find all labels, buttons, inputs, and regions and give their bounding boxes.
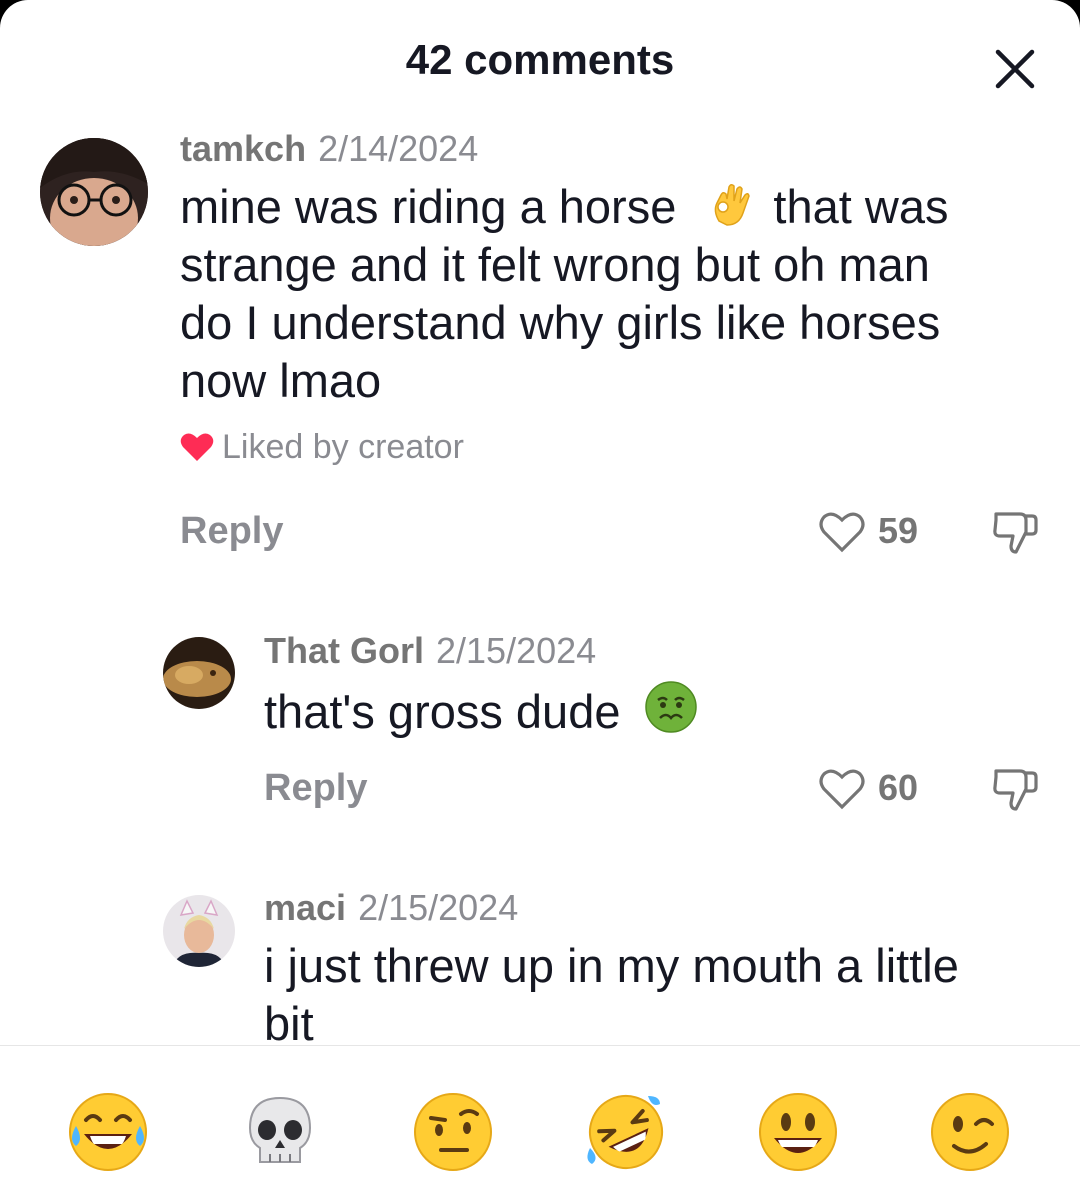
comments-count-title: 42 comments (405, 36, 675, 83)
heart-filled-icon (180, 433, 214, 461)
comment-text-line: that's gross dude (264, 685, 621, 738)
reply-button[interactable]: Reply (264, 767, 367, 810)
comment-date: 2/15/2024 (436, 630, 597, 671)
quick-emoji-bar (0, 1046, 1080, 1179)
comment-meta: tamkch 2/14/2024 (180, 128, 478, 170)
like-button[interactable] (818, 508, 866, 559)
dislike-button[interactable] (990, 765, 1040, 818)
comment-text-line: that was (773, 180, 949, 233)
comment-text-line: strange and it felt wrong but oh man (180, 238, 930, 291)
comment-text-line: mine was riding a horse (180, 180, 677, 233)
liked-by-creator: Liked by creator (180, 428, 464, 467)
comment-meta: maci 2/15/2024 (264, 887, 518, 929)
comment-text-line: now lmao (180, 354, 382, 407)
grinning-face-emoji[interactable] (756, 1090, 840, 1174)
thumbs-down-icon (993, 512, 1038, 554)
comment-date: 2/14/2024 (318, 128, 479, 169)
comment-username[interactable]: tamkch (180, 128, 306, 169)
comment-text: that's gross dude (264, 680, 1024, 741)
comment-text-line: do I understand why girls like horses (180, 296, 941, 349)
comment-username[interactable]: That Gorl (264, 630, 424, 671)
dislike-button[interactable] (990, 508, 1040, 561)
like-count: 59 (878, 510, 919, 551)
comment-meta: That Gorl 2/15/2024 (264, 630, 596, 672)
comment-username[interactable]: maci (264, 887, 346, 928)
winking-face-emoji[interactable] (928, 1090, 1012, 1174)
comment-text: mine was riding a horse that was strange… (180, 178, 1040, 410)
skull-emoji[interactable] (238, 1090, 322, 1174)
comment-text-line: i just threw up in my mouth a little (264, 939, 959, 992)
close-button[interactable] (990, 44, 1040, 94)
reply-button[interactable]: Reply (180, 510, 283, 553)
avatar[interactable] (163, 637, 235, 709)
liked-by-creator-label: Liked by creator (222, 428, 464, 466)
heart-outline-icon (819, 512, 865, 553)
avatar[interactable] (40, 138, 148, 246)
comment-date: 2/15/2024 (358, 887, 519, 928)
raised-eyebrow-emoji[interactable] (411, 1090, 495, 1174)
avatar[interactable] (163, 895, 235, 967)
nauseated-face-emoji (644, 681, 697, 733)
comments-sheet: 42 comments tamkch 2/14/2024 mine was rid… (0, 0, 1080, 1179)
comment-text: i just threw up in my mouth a little bit (264, 937, 1054, 1053)
ok-hand-emoji (715, 183, 751, 226)
like-button[interactable] (818, 765, 866, 816)
like-count: 60 (878, 767, 919, 808)
heart-outline-icon (819, 769, 865, 810)
close-icon (995, 49, 1035, 89)
rolling-on-floor-laughing-emoji[interactable] (584, 1090, 668, 1174)
thumbs-down-icon (993, 769, 1038, 811)
tears-of-joy-emoji[interactable] (66, 1090, 150, 1174)
